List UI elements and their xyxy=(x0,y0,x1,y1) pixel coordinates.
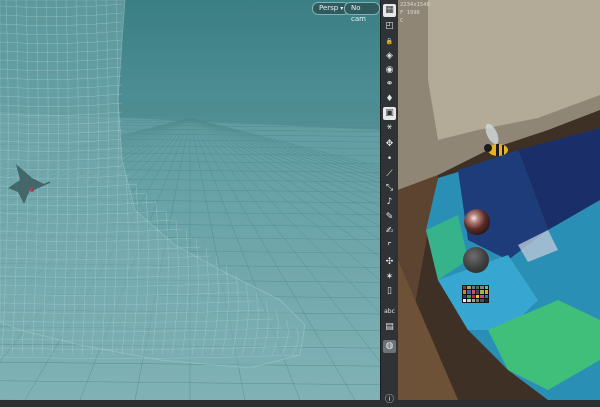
checker-swatch xyxy=(471,294,475,298)
info-icon[interactable]: ⓘ xyxy=(383,394,396,407)
checker-swatch xyxy=(480,298,484,302)
viewport-scene xyxy=(0,0,380,400)
checker-swatch xyxy=(480,286,484,290)
text-tool-icon[interactable]: abc xyxy=(383,305,396,318)
photo-info-c: C xyxy=(400,18,404,24)
checker-swatch xyxy=(484,286,488,290)
checker-swatch xyxy=(484,298,488,302)
measure-icon[interactable]: ⤡ xyxy=(383,182,396,195)
vertical-toolbar: ▦ ◰ 🔒 ◈ ◉ ⚭ ♦ ▣ ⚹ ✥ • ⟋ ⤡ ♪ ✎ ✍ ⌜ ✣ ✶ ▯ abc ▤ ◍ ⓘ xyxy=(380,0,399,405)
render-sphere-icon[interactable]: ◉ xyxy=(383,64,396,77)
grid-toggle-icon[interactable]: ▦ xyxy=(383,4,396,17)
checker-swatch xyxy=(475,290,480,294)
checker-swatch xyxy=(475,286,480,290)
checker-swatch xyxy=(467,290,471,294)
photo-info-overlay: 2234x1548 F 1996 C xyxy=(400,1,430,25)
camera-name-label: No cam xyxy=(351,4,366,23)
checker-swatch xyxy=(463,290,467,294)
checker-swatch xyxy=(475,294,480,298)
chrome-reference-sphere[interactable] xyxy=(464,209,490,235)
checker-swatch xyxy=(484,294,488,298)
reference-photo-panel[interactable]: 2234x1548 F 1996 C xyxy=(398,0,600,400)
checker-swatch xyxy=(484,290,488,294)
checker-swatch xyxy=(471,298,475,302)
lock-icon[interactable]: 🔒 xyxy=(383,35,396,48)
checker-swatch xyxy=(480,294,484,298)
nodes-icon[interactable]: ⚹ xyxy=(383,121,396,134)
pin-icon[interactable]: ✶ xyxy=(383,271,396,284)
bulb-icon[interactable]: ♦ xyxy=(383,93,396,106)
light-icon[interactable]: ⚭ xyxy=(383,78,396,91)
layers-icon[interactable]: ▤ xyxy=(383,321,396,334)
bezier-icon[interactable]: ♪ xyxy=(383,196,396,209)
photo-focal: F 1996 xyxy=(400,10,420,16)
checker-swatch xyxy=(471,286,475,290)
color-checker-chart[interactable] xyxy=(462,285,489,303)
checker-swatch xyxy=(463,294,467,298)
camera-view-icon[interactable]: ◰ xyxy=(383,20,396,33)
checker-swatch xyxy=(480,290,484,294)
checker-swatch xyxy=(463,298,467,302)
checker-swatch xyxy=(467,286,471,290)
camera-mode-label: Persp xyxy=(319,4,339,12)
crop-icon[interactable]: ⌜ xyxy=(383,241,396,254)
transform-icon[interactable]: ✥ xyxy=(383,138,396,151)
eye-drop-icon[interactable]: ◈ xyxy=(383,50,396,63)
brush-icon[interactable]: ✍ xyxy=(383,225,396,238)
checker-swatch xyxy=(471,290,475,294)
paint-icon[interactable]: ✎ xyxy=(383,211,396,224)
checker-swatch xyxy=(463,286,467,290)
checker-swatch xyxy=(467,298,471,302)
point-icon[interactable]: • xyxy=(383,153,396,166)
3d-viewport[interactable]: Persp ▾ No cam xyxy=(0,0,380,400)
chevron-down-icon: ▾ xyxy=(340,5,344,12)
checker-swatch xyxy=(475,298,480,302)
trash-icon[interactable]: ▯ xyxy=(383,285,396,298)
edge-icon[interactable]: ⟋ xyxy=(383,168,396,181)
image-plane-icon[interactable]: ▣ xyxy=(383,107,396,120)
scale-icon[interactable]: ✣ xyxy=(383,256,396,269)
grey-reference-sphere[interactable] xyxy=(463,247,489,273)
locator-icon[interactable]: ◍ xyxy=(383,340,396,353)
camera-select-dropdown[interactable]: No cam xyxy=(344,2,380,23)
photo-resolution: 2234x1548 xyxy=(400,2,430,8)
reference-photo xyxy=(398,0,600,400)
checker-swatch xyxy=(467,294,471,298)
